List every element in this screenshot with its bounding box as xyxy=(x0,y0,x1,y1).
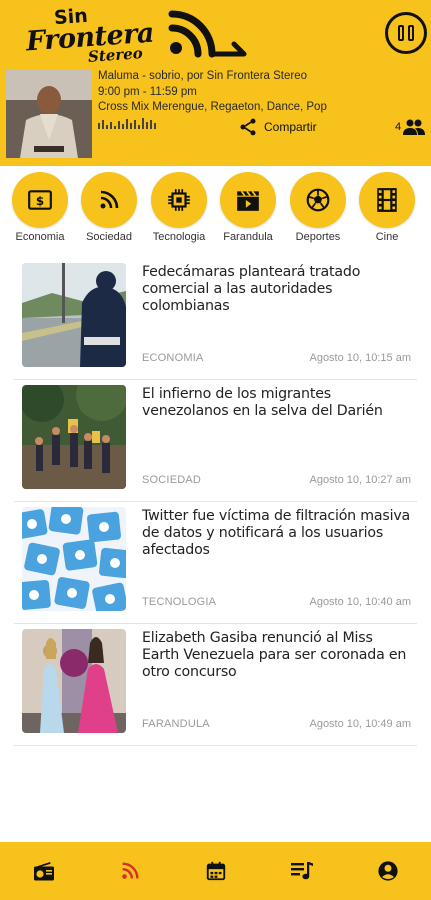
news-thumbnail xyxy=(22,263,126,367)
news-date: Agosto 10, 10:49 am xyxy=(309,718,411,730)
soccer-ball-icon xyxy=(306,188,330,212)
news-date: Agosto 10, 10:40 am xyxy=(309,596,411,608)
category-deportes[interactable]: Deportes xyxy=(283,172,353,243)
news-title[interactable]: El infierno de los migrantes venezolanos… xyxy=(142,386,412,420)
nav-schedule[interactable] xyxy=(203,858,229,884)
album-cover xyxy=(6,70,92,158)
program-line: Cross Mix Merengue, Regaeton, Dance, Pop xyxy=(98,101,327,113)
nav-news[interactable] xyxy=(117,858,143,884)
category-label: Cine xyxy=(375,231,399,243)
account-icon xyxy=(378,861,398,881)
category-label: Economia xyxy=(15,231,65,243)
nav-radio[interactable] xyxy=(31,858,57,884)
category-tecnologia-button[interactable] xyxy=(151,172,207,228)
news-thumbnail xyxy=(22,629,126,733)
news-item[interactable]: Fedecámaras planteará tratado comercial … xyxy=(14,258,417,380)
show-line: Maluma - sobrio, por Sin Frontera Stereo xyxy=(98,70,308,82)
category-cine[interactable]: Cine xyxy=(352,172,422,243)
category-cine-button[interactable] xyxy=(359,172,415,228)
clapperboard-icon xyxy=(237,190,259,211)
category-sociedad[interactable]: Sociedad xyxy=(74,172,144,243)
news-title[interactable]: Elizabeth Gasiba renunció al Miss Earth … xyxy=(142,630,412,681)
category-farandula[interactable]: Farandula xyxy=(213,172,283,243)
pause-bar-left xyxy=(398,25,404,41)
bottom-nav xyxy=(0,842,431,900)
calendar-icon xyxy=(206,861,226,881)
category-label: Tecnologia xyxy=(152,231,206,243)
rss-icon xyxy=(122,862,139,879)
news-item[interactable]: Elizabeth Gasiba renunció al Miss Earth … xyxy=(14,624,417,746)
logo-word-stereo: Stereo xyxy=(87,44,144,66)
news-thumbnail xyxy=(22,385,126,489)
news-thumbnail xyxy=(22,507,126,611)
listener-count-value: 4 xyxy=(395,121,402,133)
chip-icon xyxy=(168,189,190,211)
time-line: 9:00 pm - 11:59 pm xyxy=(98,85,197,98)
news-category: TECNOLOGIA xyxy=(142,596,217,608)
playlist-icon xyxy=(291,862,313,880)
film-icon xyxy=(377,188,397,212)
category-farandula-button[interactable] xyxy=(220,172,276,228)
category-sociedad-button[interactable] xyxy=(81,172,137,228)
news-item[interactable]: Twitter fue víctima de filtración masiva… xyxy=(14,502,417,624)
category-deportes-button[interactable] xyxy=(290,172,346,228)
listener-count: 4 xyxy=(395,119,426,135)
news-title[interactable]: Twitter fue víctima de filtración masiva… xyxy=(142,508,412,559)
people-icon xyxy=(403,119,426,135)
news-category: ECONOMIA xyxy=(142,352,204,364)
share-button[interactable]: Compartir xyxy=(238,117,317,137)
pause-bar-right xyxy=(408,25,414,41)
category-bar: $ Economia Sociedad Tecnologia Farandula… xyxy=(0,172,431,252)
money-icon: $ xyxy=(28,190,52,210)
news-item[interactable]: El infierno de los migrantes venezolanos… xyxy=(14,380,417,502)
category-label: Sociedad xyxy=(86,231,132,243)
nav-account[interactable] xyxy=(375,858,401,884)
category-economia[interactable]: $ Economia xyxy=(5,172,75,243)
pause-button[interactable] xyxy=(385,12,427,54)
category-label: Farandula xyxy=(223,231,273,243)
news-title[interactable]: Fedecámaras planteará tratado comercial … xyxy=(142,264,412,315)
now-playing-info: Maluma - sobrio, por Sin Frontera Stereo… xyxy=(98,69,327,116)
category-economia-button[interactable]: $ xyxy=(12,172,68,228)
logo: Sin Frontera Stereo xyxy=(24,5,254,68)
header: Sin Frontera Stereo Maluma - sobrio, por… xyxy=(0,0,431,166)
news-category: FARANDULA xyxy=(142,718,210,730)
news-category: SOCIEDAD xyxy=(142,474,202,486)
news-date: Agosto 10, 10:27 am xyxy=(309,474,411,486)
rss-icon xyxy=(100,190,119,209)
category-label: Deportes xyxy=(295,231,341,243)
nav-playlist[interactable] xyxy=(289,858,315,884)
news-list: Fedecámaras planteará tratado comercial … xyxy=(14,258,417,746)
share-label: Compartir xyxy=(264,120,317,134)
broadcast-waves-icon xyxy=(168,10,247,58)
svg-text:$: $ xyxy=(36,194,44,208)
radio-icon xyxy=(34,862,54,881)
share-icon xyxy=(240,118,256,136)
category-tecnologia[interactable]: Tecnologia xyxy=(144,172,214,243)
equalizer-icon xyxy=(98,118,156,129)
news-date: Agosto 10, 10:15 am xyxy=(309,352,411,364)
